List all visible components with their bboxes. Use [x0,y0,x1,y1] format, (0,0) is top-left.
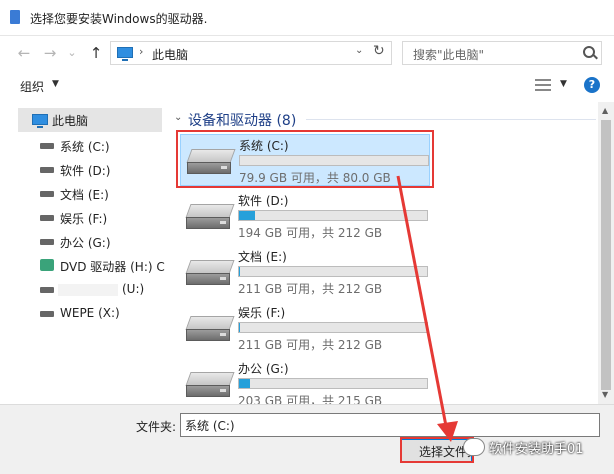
sidebar-item-label: 软件 (D:) [60,164,111,178]
command-toolbar: 组织 ▼ ▼ ? [0,70,614,102]
annotation-highlight-drive [176,130,434,188]
hard-drive-icon [185,204,235,232]
refresh-icon[interactable]: ↻ [373,43,385,59]
sidebar-item-drive-e[interactable]: 文档 (E:) [0,182,168,206]
drive-icon [40,311,54,317]
drive-icon [40,167,54,173]
drive-tile-d[interactable]: 软件 (D:) 194 GB 可用，共 212 GB [180,190,430,242]
forward-arrow-icon[interactable]: → [40,43,60,63]
help-icon[interactable]: ? [584,77,600,93]
sidebar-item-this-pc[interactable]: 此电脑 [18,108,162,132]
usage-bar [238,322,428,333]
view-options-icon[interactable] [535,78,551,92]
sidebar-item-drive-x[interactable]: WEPE (X:) [0,302,168,326]
sidebar-item-drive-u[interactable]: (U:) [0,278,168,302]
drive-icon [40,287,54,293]
drive-icon [40,239,54,245]
up-arrow-icon[interactable]: ↑ [86,43,106,63]
navigation-bar: ← → ⌄ ↑ › 此电脑 ⌄ ↻ 搜索"此电脑" [0,36,614,70]
blurred-label [58,284,118,296]
search-placeholder: 搜索"此电脑" [413,48,485,62]
sidebar-item-drive-d[interactable]: 软件 (D:) [0,158,168,182]
sidebar-item-label: 系统 (C:) [60,140,110,154]
navigation-pane: 此电脑 系统 (C:) 软件 (D:) 文档 (E:) 娱乐 (F:) 办公 (… [0,102,168,404]
dvd-icon [40,259,54,271]
usage-fill [239,323,240,332]
sidebar-item-dvd-h[interactable]: DVD 驱动器 (H:) C [0,254,168,278]
app-icon [10,10,20,24]
search-icon[interactable] [583,46,595,58]
usage-fill [239,379,250,388]
hard-drive-icon [185,372,235,400]
usage-bar [238,210,428,221]
sidebar-item-label: (U:) [122,282,145,296]
breadcrumb-separator-icon: › [139,45,144,58]
group-header[interactable]: ⌄ 设备和驱动器 (8) [170,110,600,130]
group-title: 设备和驱动器 (8) [188,113,297,129]
usage-fill [239,267,240,276]
drive-tile-e[interactable]: 文档 (E:) 211 GB 可用，共 212 GB [180,246,430,298]
address-dropdown-icon[interactable]: ⌄ [355,45,363,56]
window-title: 选择您要安装Windows的驱动器. [30,12,208,26]
drive-info: 194 GB 可用，共 212 GB [238,226,383,240]
drive-icon [40,215,54,221]
pc-icon [117,47,133,61]
wechat-logo-icon [463,438,485,456]
drive-tile-g[interactable]: 办公 (G:) 203 GB 可用，共 215 GB [180,358,430,410]
drive-name: 娱乐 (F:) [238,306,286,320]
scroll-thumb[interactable] [601,120,611,390]
usage-fill [239,211,255,220]
organize-caret-icon[interactable]: ▼ [52,79,59,89]
view-caret-icon[interactable]: ▼ [560,79,567,89]
address-bar[interactable]: › 此电脑 ⌄ ↻ [110,41,392,65]
drive-name: 软件 (D:) [238,194,289,208]
organize-button[interactable]: 组织 [20,78,44,95]
scroll-down-icon[interactable]: ▼ [602,390,608,399]
drive-name: 办公 (G:) [238,362,289,376]
sidebar-item-label: 娱乐 (F:) [60,212,108,226]
drive-info: 211 GB 可用，共 212 GB [238,282,383,296]
usage-bar [238,266,428,277]
breadcrumb-this-pc[interactable]: 此电脑 [152,46,188,63]
sidebar-item-label: 办公 (G:) [60,236,111,250]
drive-name: 文档 (E:) [238,250,287,264]
hard-drive-icon [185,316,235,344]
search-box[interactable]: 搜索"此电脑" [402,41,602,65]
drive-icon [40,191,54,197]
sidebar-item-drive-c[interactable]: 系统 (C:) [0,134,168,158]
title-bar: 选择您要安装Windows的驱动器. [0,0,614,36]
collapse-chevron-icon[interactable]: ⌄ [174,112,182,123]
usage-bar [238,378,428,389]
sidebar-item-drive-f[interactable]: 娱乐 (F:) [0,206,168,230]
sidebar-item-label: 文档 (E:) [60,188,109,202]
drive-tile-f[interactable]: 娱乐 (F:) 211 GB 可用，共 212 GB [180,302,430,354]
sidebar-item-label: DVD 驱动器 (H:) C [60,260,165,274]
folder-field[interactable] [180,413,600,437]
back-arrow-icon[interactable]: ← [14,43,34,63]
drive-info: 211 GB 可用，共 212 GB [238,338,383,352]
sidebar-item-label: 此电脑 [52,114,89,128]
drive-icon [40,143,54,149]
folder-label: 文件夹: [136,420,177,434]
recent-locations-chevron-icon[interactable]: ⌄ [62,43,82,63]
scroll-up-icon[interactable]: ▲ [602,106,608,115]
pc-icon [32,114,48,128]
sidebar-item-label: WEPE (X:) [60,306,120,320]
hard-drive-icon [185,260,235,288]
sidebar-item-drive-g[interactable]: 办公 (G:) [0,230,168,254]
group-divider [306,119,596,120]
vertical-scrollbar[interactable]: ▲ ▼ [598,102,614,404]
watermark-text: 软件安装助手01 [489,442,584,457]
